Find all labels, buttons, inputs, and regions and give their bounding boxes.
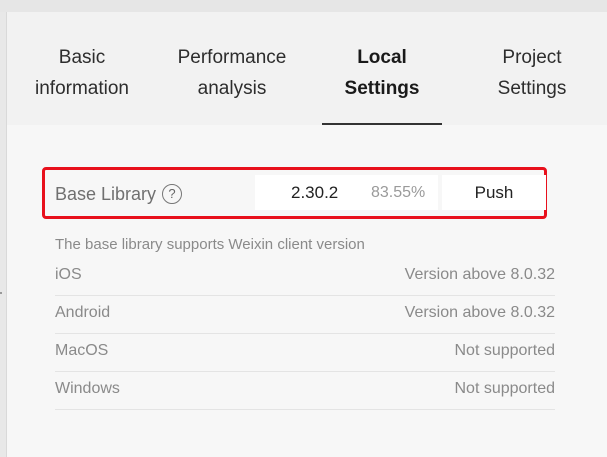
tab-local-settings[interactable]: Local Settings [322,42,442,104]
settings-panel: Basic information Performance analysis L… [6,12,607,457]
tab-performance-analysis-line2: analysis [197,78,267,99]
support-row-status: Not supported [454,342,555,359]
tab-local-settings-line1: Local [357,47,407,68]
tab-project-settings[interactable]: Project Settings [467,42,597,104]
support-row-status: Version above 8.0.32 [404,304,555,321]
support-row-platform: Windows [55,380,120,397]
base-library-version-percent: 83.55% [371,184,426,201]
tab-basic-information-line2: information [35,78,129,99]
tab-basic-information[interactable]: Basic information [17,42,147,104]
window-top-bar [0,0,607,12]
base-library-label: Base Library [55,184,157,204]
support-row-android: Android Version above 8.0.32 [55,296,555,334]
tab-local-settings-line2: Settings [344,78,420,99]
tab-project-settings-line2: Settings [497,78,567,99]
tab-performance-analysis[interactable]: Performance analysis [167,42,297,104]
push-button[interactable]: Push [442,175,546,210]
support-row-windows: Windows Not supported [55,372,555,410]
tab-basic-information-line1: Basic [58,47,106,68]
support-row-ios: iOS Version above 8.0.32 [55,258,555,296]
support-title: The base library supports Weixin client … [55,236,365,253]
support-row-platform: MacOS [55,342,109,359]
base-library-version-select[interactable]: 2.30.2 83.55% [255,175,438,210]
support-row-status: Version above 8.0.32 [404,266,555,283]
support-row-platform: Android [55,304,111,321]
help-icon[interactable]: ? [162,184,182,204]
support-row-platform: iOS [55,266,82,283]
support-row-status: Not supported [454,380,555,397]
tab-project-settings-line1: Project [502,47,562,68]
tab-performance-analysis-line1: Performance [177,47,287,68]
base-library-version-value: 2.30.2 [291,183,339,202]
tab-bar: Basic information Performance analysis L… [7,12,607,125]
support-row-macos: MacOS Not supported [55,334,555,372]
window-edge-marker [0,292,2,294]
